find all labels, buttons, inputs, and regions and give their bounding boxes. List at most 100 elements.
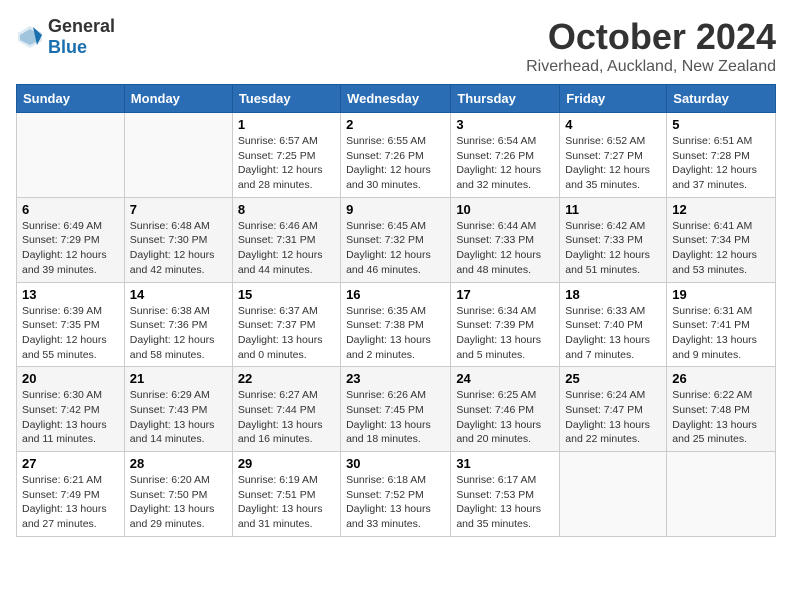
- calendar-cell: 1Sunrise: 6:57 AM Sunset: 7:25 PM Daylig…: [232, 113, 340, 198]
- calendar-cell: 5 Sunrise: 6:51 AM Sunset: 7:28 PM Daylig…: [667, 113, 776, 198]
- calendar-cell: 9Sunrise: 6:45 AM Sunset: 7:32 PM Daylig…: [341, 197, 451, 282]
- calendar-cell: 27 Sunrise: 6:21 AM Sunset: 7:49 PM Dayli…: [17, 452, 125, 537]
- day-number: 22: [238, 371, 335, 386]
- day-info: Sunrise: 6:20 AM Sunset: 7:50 PM Dayligh…: [130, 473, 227, 532]
- month-title: October 2024: [526, 16, 776, 58]
- calendar-table: SundayMondayTuesdayWednesdayThursdayFrid…: [16, 84, 776, 537]
- weekday-header-friday: Friday: [560, 85, 667, 113]
- day-number: 6: [22, 202, 119, 217]
- calendar-cell: [17, 113, 125, 198]
- day-number: 8: [238, 202, 335, 217]
- day-info: Sunrise: 6:38 AM Sunset: 7:36 PM Dayligh…: [130, 304, 227, 363]
- calendar-cell: 4 Sunrise: 6:52 AM Sunset: 7:27 PM Daylig…: [560, 113, 667, 198]
- day-number: 5: [672, 117, 770, 132]
- location: Riverhead, Auckland, New Zealand: [526, 58, 776, 76]
- page-header: General Blue October 2024 Riverhead, Auc…: [16, 16, 776, 76]
- calendar-week-row: 20 Sunrise: 6:30 AM Sunset: 7:42 PM Dayli…: [17, 367, 776, 452]
- day-info: Sunrise: 6:22 AM Sunset: 7:48 PM Dayligh…: [672, 388, 770, 447]
- day-number: 24: [456, 371, 554, 386]
- calendar-cell: [667, 452, 776, 537]
- calendar-cell: 21 Sunrise: 6:29 AM Sunset: 7:43 PM Dayli…: [124, 367, 232, 452]
- day-info: Sunrise: 6:48 AM Sunset: 7:30 PM Dayligh…: [130, 219, 227, 278]
- day-number: 26: [672, 371, 770, 386]
- logo-icon: [16, 23, 44, 51]
- day-number: 19: [672, 287, 770, 302]
- weekday-header-row: SundayMondayTuesdayWednesdayThursdayFrid…: [17, 85, 776, 113]
- day-info: Sunrise: 6:17 AM Sunset: 7:53 PM Dayligh…: [456, 473, 554, 532]
- calendar-cell: 20 Sunrise: 6:30 AM Sunset: 7:42 PM Dayli…: [17, 367, 125, 452]
- day-info: Sunrise: 6:46 AM Sunset: 7:31 PM Dayligh…: [238, 219, 335, 278]
- day-number: 23: [346, 371, 445, 386]
- logo-general: General: [48, 16, 115, 36]
- day-number: 30: [346, 456, 445, 471]
- day-number: 20: [22, 371, 119, 386]
- weekday-header-sunday: Sunday: [17, 85, 125, 113]
- calendar-cell: 29 Sunrise: 6:19 AM Sunset: 7:51 PM Dayli…: [232, 452, 340, 537]
- calendar-cell: 11Sunrise: 6:42 AM Sunset: 7:33 PM Dayli…: [560, 197, 667, 282]
- day-number: 9: [346, 202, 445, 217]
- calendar-cell: 14 Sunrise: 6:38 AM Sunset: 7:36 PM Dayli…: [124, 282, 232, 367]
- day-number: 1: [238, 117, 335, 132]
- day-info: Sunrise: 6:54 AM Sunset: 7:26 PM Dayligh…: [456, 134, 554, 193]
- calendar-week-row: 27 Sunrise: 6:21 AM Sunset: 7:49 PM Dayli…: [17, 452, 776, 537]
- day-number: 18: [565, 287, 661, 302]
- calendar-cell: 31Sunrise: 6:17 AM Sunset: 7:53 PM Dayli…: [451, 452, 560, 537]
- day-number: 17: [456, 287, 554, 302]
- calendar-cell: 25Sunrise: 6:24 AM Sunset: 7:47 PM Dayli…: [560, 367, 667, 452]
- day-info: Sunrise: 6:24 AM Sunset: 7:47 PM Dayligh…: [565, 388, 661, 447]
- day-number: 14: [130, 287, 227, 302]
- day-number: 15: [238, 287, 335, 302]
- calendar-cell: 18 Sunrise: 6:33 AM Sunset: 7:40 PM Dayli…: [560, 282, 667, 367]
- day-number: 2: [346, 117, 445, 132]
- day-info: Sunrise: 6:19 AM Sunset: 7:51 PM Dayligh…: [238, 473, 335, 532]
- calendar-cell: 24 Sunrise: 6:25 AM Sunset: 7:46 PM Dayli…: [451, 367, 560, 452]
- calendar-cell: 12 Sunrise: 6:41 AM Sunset: 7:34 PM Dayli…: [667, 197, 776, 282]
- day-number: 29: [238, 456, 335, 471]
- day-info: Sunrise: 6:49 AM Sunset: 7:29 PM Dayligh…: [22, 219, 119, 278]
- day-info: Sunrise: 6:55 AM Sunset: 7:26 PM Dayligh…: [346, 134, 445, 193]
- day-number: 10: [456, 202, 554, 217]
- day-info: Sunrise: 6:29 AM Sunset: 7:43 PM Dayligh…: [130, 388, 227, 447]
- day-info: Sunrise: 6:25 AM Sunset: 7:46 PM Dayligh…: [456, 388, 554, 447]
- weekday-header-saturday: Saturday: [667, 85, 776, 113]
- calendar-cell: 10Sunrise: 6:44 AM Sunset: 7:33 PM Dayli…: [451, 197, 560, 282]
- day-info: Sunrise: 6:51 AM Sunset: 7:28 PM Dayligh…: [672, 134, 770, 193]
- day-info: Sunrise: 6:33 AM Sunset: 7:40 PM Dayligh…: [565, 304, 661, 363]
- title-area: October 2024 Riverhead, Auckland, New Ze…: [526, 16, 776, 76]
- day-number: 12: [672, 202, 770, 217]
- day-info: Sunrise: 6:52 AM Sunset: 7:27 PM Dayligh…: [565, 134, 661, 193]
- day-info: Sunrise: 6:26 AM Sunset: 7:45 PM Dayligh…: [346, 388, 445, 447]
- logo-text: General Blue: [48, 16, 115, 58]
- weekday-header-tuesday: Tuesday: [232, 85, 340, 113]
- day-number: 28: [130, 456, 227, 471]
- day-number: 27: [22, 456, 119, 471]
- day-number: 4: [565, 117, 661, 132]
- logo: General Blue: [16, 16, 115, 58]
- calendar-cell: 19 Sunrise: 6:31 AM Sunset: 7:41 PM Dayli…: [667, 282, 776, 367]
- calendar-cell: 15 Sunrise: 6:37 AM Sunset: 7:37 PM Dayli…: [232, 282, 340, 367]
- day-info: Sunrise: 6:21 AM Sunset: 7:49 PM Dayligh…: [22, 473, 119, 532]
- day-info: Sunrise: 6:30 AM Sunset: 7:42 PM Dayligh…: [22, 388, 119, 447]
- day-info: Sunrise: 6:35 AM Sunset: 7:38 PM Dayligh…: [346, 304, 445, 363]
- day-info: Sunrise: 6:34 AM Sunset: 7:39 PM Dayligh…: [456, 304, 554, 363]
- calendar-cell: 13Sunrise: 6:39 AM Sunset: 7:35 PM Dayli…: [17, 282, 125, 367]
- weekday-header-wednesday: Wednesday: [341, 85, 451, 113]
- day-number: 21: [130, 371, 227, 386]
- day-number: 13: [22, 287, 119, 302]
- calendar-cell: 2 Sunrise: 6:55 AM Sunset: 7:26 PM Daylig…: [341, 113, 451, 198]
- day-info: Sunrise: 6:42 AM Sunset: 7:33 PM Dayligh…: [565, 219, 661, 278]
- calendar-cell: [560, 452, 667, 537]
- weekday-header-monday: Monday: [124, 85, 232, 113]
- weekday-header-thursday: Thursday: [451, 85, 560, 113]
- day-info: Sunrise: 6:31 AM Sunset: 7:41 PM Dayligh…: [672, 304, 770, 363]
- calendar-cell: 16Sunrise: 6:35 AM Sunset: 7:38 PM Dayli…: [341, 282, 451, 367]
- calendar-cell: 22 Sunrise: 6:27 AM Sunset: 7:44 PM Dayli…: [232, 367, 340, 452]
- calendar-cell: 26 Sunrise: 6:22 AM Sunset: 7:48 PM Dayli…: [667, 367, 776, 452]
- calendar-cell: 17 Sunrise: 6:34 AM Sunset: 7:39 PM Dayli…: [451, 282, 560, 367]
- calendar-week-row: 13Sunrise: 6:39 AM Sunset: 7:35 PM Dayli…: [17, 282, 776, 367]
- day-info: Sunrise: 6:27 AM Sunset: 7:44 PM Dayligh…: [238, 388, 335, 447]
- day-info: Sunrise: 6:37 AM Sunset: 7:37 PM Dayligh…: [238, 304, 335, 363]
- day-info: Sunrise: 6:18 AM Sunset: 7:52 PM Dayligh…: [346, 473, 445, 532]
- day-info: Sunrise: 6:41 AM Sunset: 7:34 PM Dayligh…: [672, 219, 770, 278]
- logo-blue: Blue: [48, 37, 87, 57]
